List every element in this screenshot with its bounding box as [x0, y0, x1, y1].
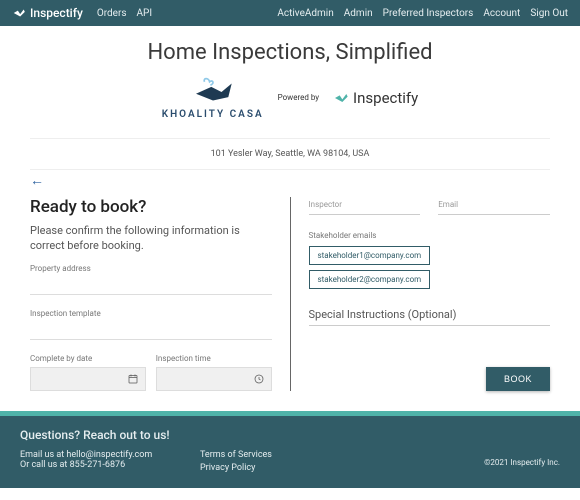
email-input[interactable]: Email	[438, 197, 550, 215]
footer-contact: Questions? Reach out to us! Email us at …	[20, 428, 200, 476]
nav-admin[interactable]: Admin	[344, 8, 373, 19]
time-label: Inspection time	[156, 354, 272, 363]
brand-text: Inspectify	[30, 6, 83, 20]
property-address-input[interactable]	[30, 277, 272, 295]
clock-icon	[253, 373, 265, 385]
calendar-icon	[127, 373, 139, 385]
special-instructions-input[interactable]: Special Instructions (Optional)	[309, 308, 551, 326]
book-button[interactable]: BOOK	[486, 367, 550, 391]
complete-by-date-input[interactable]	[30, 367, 146, 391]
hummingbird-icon	[12, 6, 26, 20]
brand-logo[interactable]: Inspectify	[12, 6, 83, 20]
special-instructions-label: Special Instructions (Optional)	[309, 308, 457, 321]
inspectify-bird-icon	[333, 90, 349, 106]
date-label: Complete by date	[30, 354, 146, 363]
inspection-time-input[interactable]	[156, 367, 272, 391]
booking-heading: Ready to book?	[30, 197, 272, 217]
footer-copyright: ©2021 Inspectify Inc.	[380, 428, 560, 476]
footer: Questions? Reach out to us! Email us at …	[0, 416, 580, 488]
page-title: Home Inspections, Simplified	[30, 40, 550, 65]
partner-logos: KHOALITY CASA Powered by Inspectify	[30, 75, 550, 120]
template-input[interactable]	[30, 322, 272, 340]
topbar: Inspectify Orders API ActiveAdmin Admin …	[0, 0, 580, 26]
main-content: Ready to book? Please confirm the follow…	[0, 191, 580, 411]
footer-terms-link[interactable]: Terms of Services	[200, 450, 380, 460]
stakeholder-chip[interactable]: stakeholder2@company.com	[309, 270, 431, 289]
khoality-logo: KHOALITY CASA	[162, 75, 264, 120]
stakeholder-chip[interactable]: stakeholder1@company.com	[309, 246, 431, 265]
nav-activeadmin[interactable]: ActiveAdmin	[277, 8, 333, 19]
inspector-label: Inspector	[309, 200, 342, 209]
nav-left: Orders API	[97, 8, 152, 19]
nav-orders[interactable]: Orders	[97, 8, 127, 19]
email-label: Email	[438, 200, 458, 209]
back-arrow-icon[interactable]: ←	[0, 170, 580, 191]
inspectify-logo: Inspectify	[333, 89, 418, 107]
hero: Home Inspections, Simplified KHOALITY CA…	[0, 26, 580, 138]
khoality-text: KHOALITY CASA	[162, 109, 264, 120]
booking-subheading: Please confirm the following information…	[30, 223, 272, 254]
property-address-label: Property address	[30, 264, 272, 273]
nav-preferred-inspectors[interactable]: Preferred Inspectors	[383, 8, 474, 19]
stakeholder-label: Stakeholder emails	[309, 231, 551, 240]
footer-phone-line: Or call us at 855-271-6876	[20, 460, 200, 470]
nav-account[interactable]: Account	[483, 8, 520, 19]
nav-signout[interactable]: Sign Out	[530, 8, 568, 19]
booking-form-left: Ready to book? Please confirm the follow…	[30, 197, 272, 391]
footer-privacy-link[interactable]: Privacy Policy	[200, 463, 380, 473]
khoality-bird-icon	[187, 75, 239, 109]
footer-email-line: Email us at hello@inspectify.com	[20, 450, 200, 460]
powered-by-text: Powered by	[278, 93, 319, 102]
booking-form-right: Inspector Email Stakeholder emails stake…	[290, 197, 551, 391]
property-address-display: 101 Yesler Way, Seattle, WA 98104, USA	[0, 139, 580, 169]
footer-links: Terms of Services Privacy Policy	[200, 428, 380, 476]
inspector-input[interactable]: Inspector	[309, 197, 421, 215]
nav-right: ActiveAdmin Admin Preferred Inspectors A…	[277, 8, 568, 19]
nav-api[interactable]: API	[137, 8, 153, 19]
template-label: Inspection template	[30, 309, 272, 318]
footer-heading: Questions? Reach out to us!	[20, 428, 200, 442]
inspectify-text: Inspectify	[353, 89, 418, 107]
